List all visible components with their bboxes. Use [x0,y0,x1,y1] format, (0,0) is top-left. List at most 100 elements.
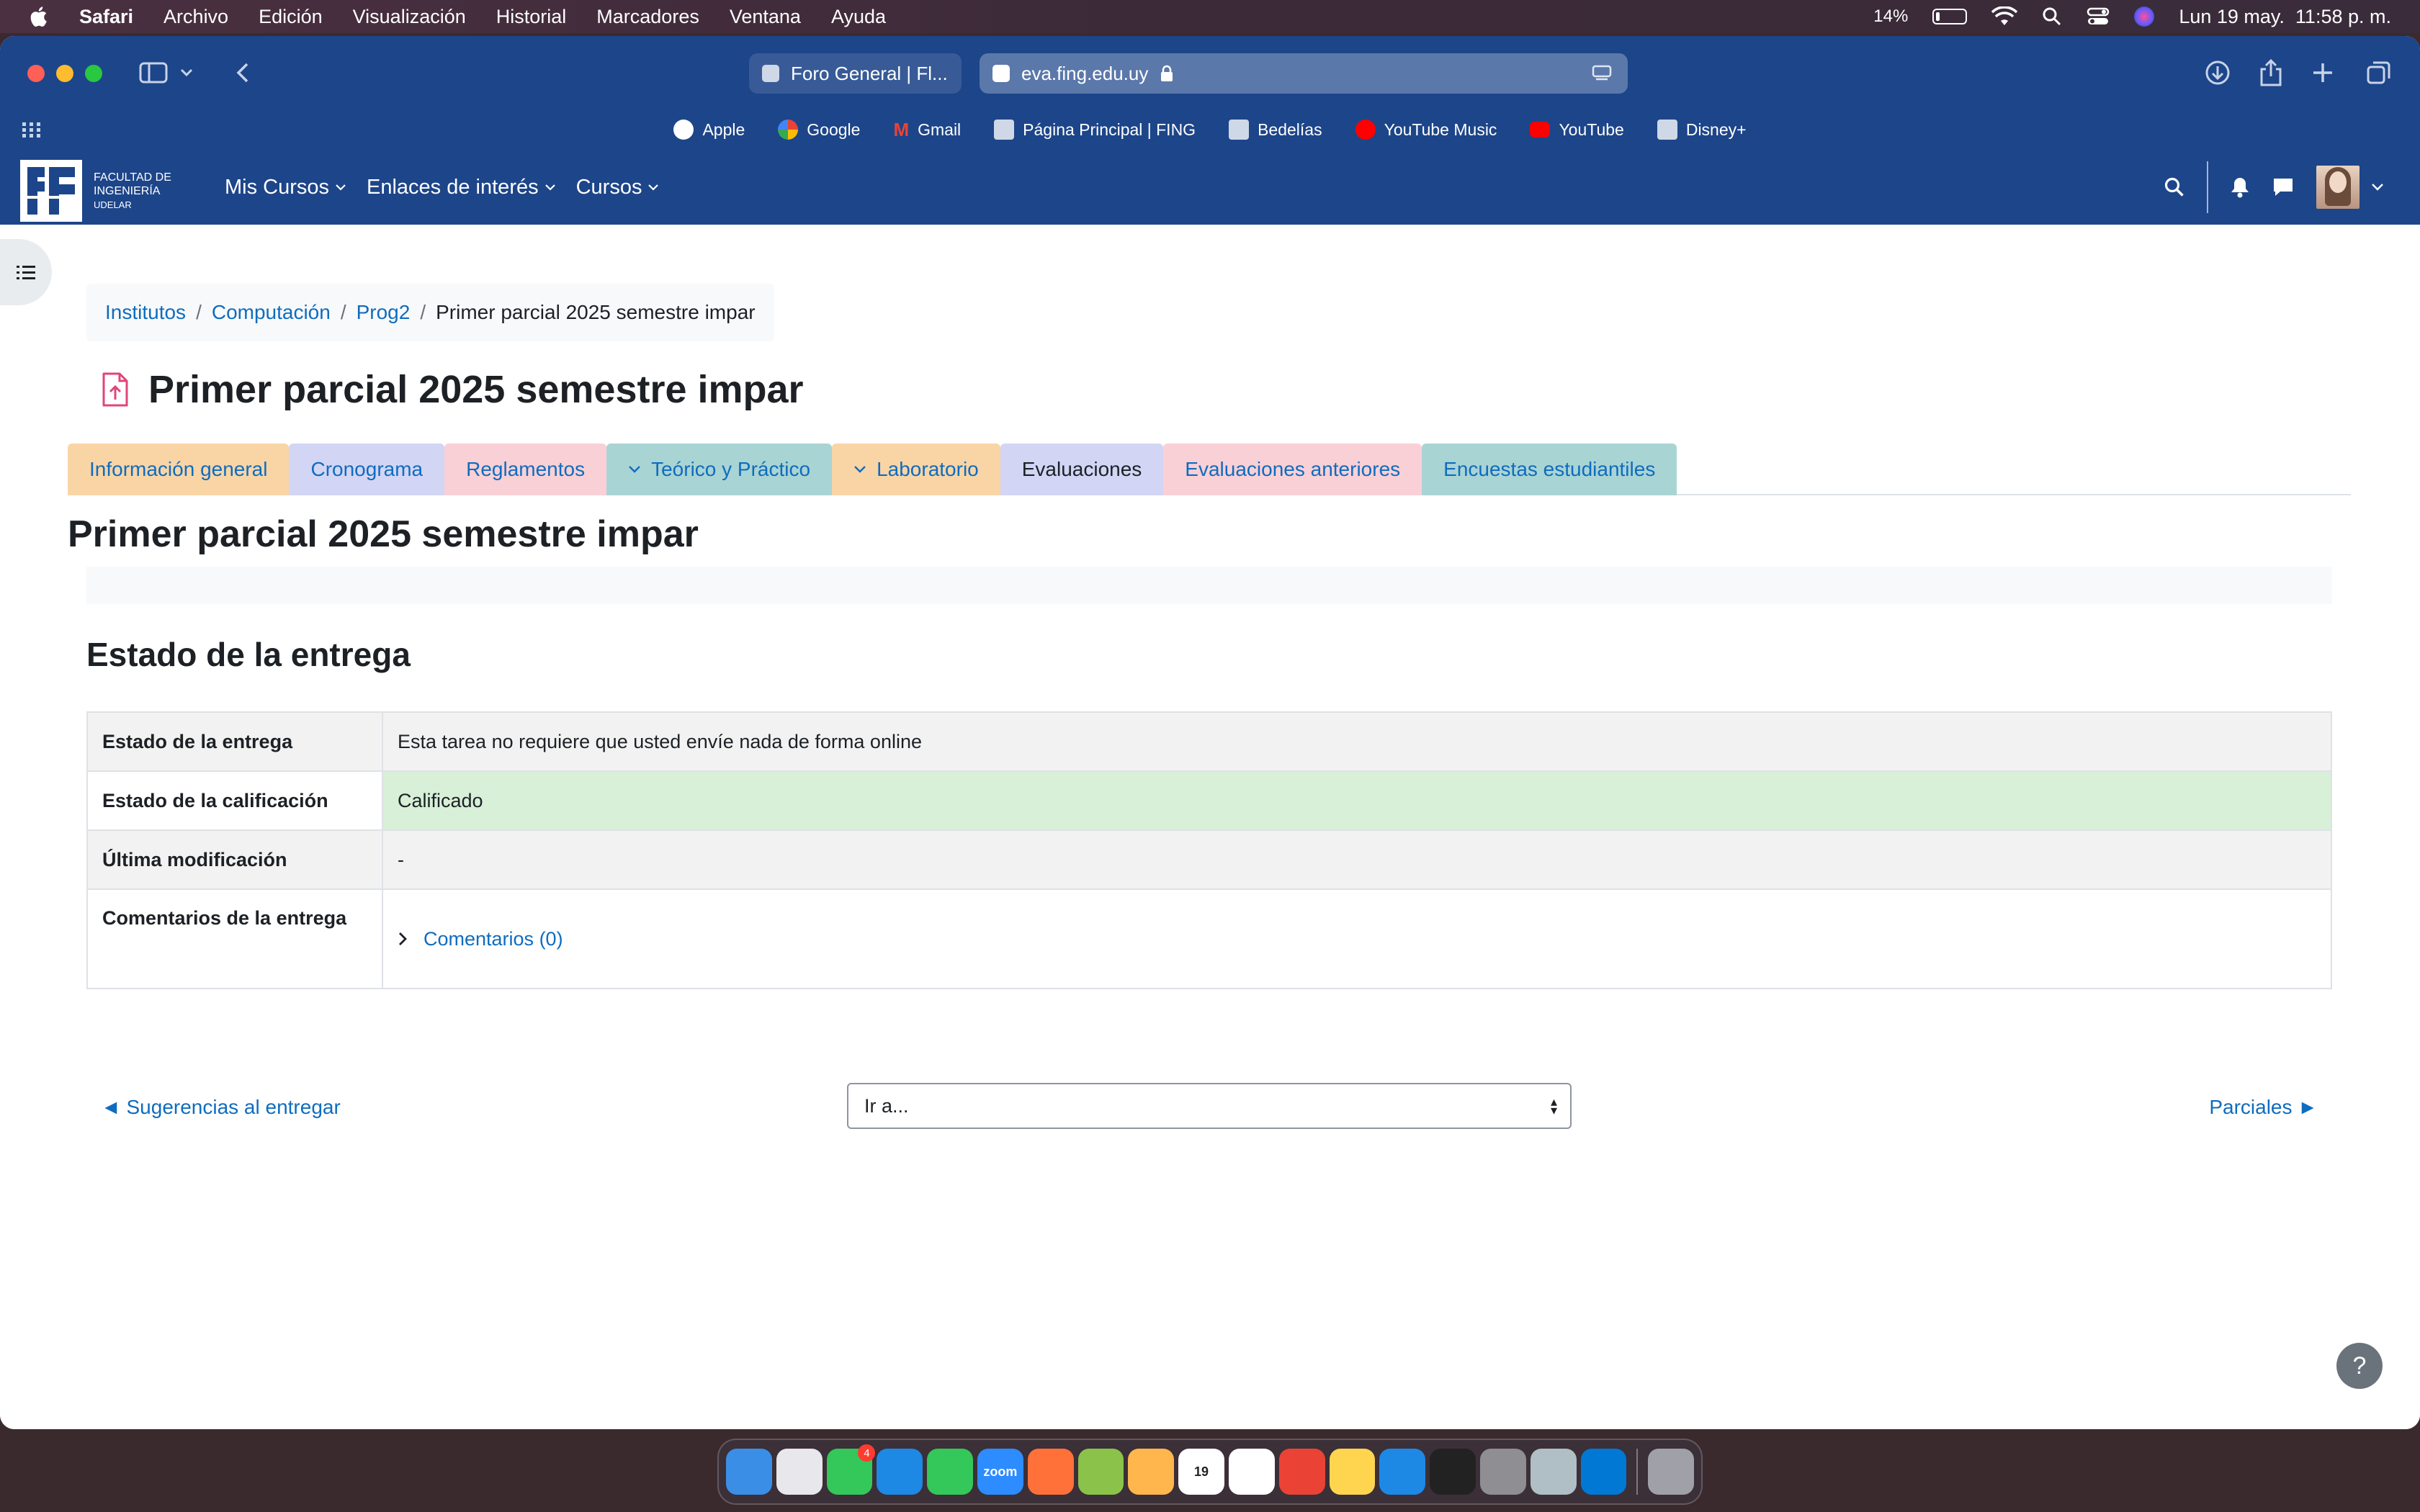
downloads-icon[interactable] [2200,55,2236,91]
facetime-app-icon[interactable]: 4 [826,1444,876,1495]
tab-encuestas-estudiantiles[interactable]: Encuestas estudiantiles [1422,444,1677,495]
battery-icon[interactable] [1932,9,1968,24]
bookmark-youtube[interactable]: YouTube [1530,120,1624,140]
photos-app-icon[interactable] [1128,1449,1175,1495]
launchpad-app-icon[interactable] [776,1449,823,1495]
address-url[interactable]: eva.fing.edu.uy [1021,63,1148,85]
tab-overview-icon[interactable] [2361,55,2397,91]
notes-app-icon[interactable] [1329,1449,1376,1495]
bookmark-disney[interactable]: Disney+ [1657,120,1747,140]
apple-logo-icon[interactable] [27,4,52,29]
browser-toolbar: Foro General | Fl... eva.fing.edu.uy [0,36,2420,109]
bookmark-label: Disney+ [1685,120,1747,139]
tab-cronograma[interactable]: Cronograma [289,444,445,495]
browser-tab-foro[interactable]: Foro General | Fl... [749,53,962,94]
bookmark-label: YouTube Music [1384,120,1497,139]
bookmark-youtube-music[interactable]: YouTube Music [1355,120,1497,140]
reminders-app-icon[interactable] [1228,1449,1275,1495]
safari-app-icon[interactable] [877,1449,923,1495]
next-activity-link[interactable]: Parciales ► [2209,1096,2318,1119]
breadcrumb-computacion[interactable]: Computación [212,301,331,324]
siri-icon[interactable] [2134,6,2155,27]
avatar[interactable] [2316,166,2360,209]
notifications-bell-icon[interactable] [2230,176,2250,198]
bookmark-fing[interactable]: Página Principal | FING [994,120,1196,140]
menu-archivo[interactable]: Archivo [163,6,228,28]
menu-edicion[interactable]: Edición [259,6,323,28]
messages-app-icon[interactable] [927,1449,973,1495]
fing-logo[interactable]: FACULTAD DE INGENIERÍA UDELAR [20,160,187,222]
nav-mis-cursos[interactable]: Mis Cursos [225,176,346,199]
minimize-window-button[interactable] [56,65,73,82]
reader-icon[interactable] [1592,65,1612,82]
menu-ventana[interactable]: Ventana [730,6,801,28]
breadcrumb-prog2[interactable]: Prog2 [357,301,411,324]
spotlight-icon[interactable] [2042,6,2062,27]
bookmark-label: Bedelías [1258,120,1322,139]
table-row: Estado de la entrega Esta tarea no requi… [86,711,2332,772]
chrome-app-icon[interactable] [1278,1449,1325,1495]
menu-marcadores[interactable]: Marcadores [596,6,699,28]
activity-description [86,567,2332,604]
back-icon[interactable] [225,55,261,91]
chevron-down-icon [336,184,346,191]
menu-historial[interactable]: Historial [496,6,567,28]
new-tab-icon[interactable] [2305,55,2341,91]
finder-app-icon[interactable] [726,1449,772,1495]
apple-icon [673,120,694,140]
vs-code-app-icon[interactable] [1580,1449,1627,1495]
dock-app-text: 19 [1194,1464,1209,1479]
chevron-down-icon[interactable] [176,55,197,91]
trash-icon[interactable] [1648,1449,1695,1495]
dock-separator [1636,1449,1639,1495]
search-icon[interactable] [2164,176,2185,198]
row-label: Estado de la calificación [86,770,383,831]
tab-informacion-general[interactable]: Información general [68,444,290,495]
jump-to-select[interactable]: Ir a... ▴ ▾ [847,1083,1572,1129]
bookmark-google[interactable]: Google [778,120,860,140]
maps-app-icon[interactable] [1077,1449,1124,1495]
previous-activity-link[interactable]: ◄ Sugerencias al entregar [101,1096,341,1119]
chevron-down-icon [629,466,640,473]
sidebar-toggle-icon[interactable] [135,55,171,91]
tab-evaluaciones[interactable]: Evaluaciones [1000,444,1164,495]
user-menu[interactable] [2316,166,2384,209]
breadcrumb-institutos[interactable]: Institutos [105,301,186,324]
nav-enlaces-de-interes[interactable]: Enlaces de interés [367,176,556,199]
help-button[interactable]: ? [2336,1343,2383,1389]
apps-grid-icon[interactable] [22,121,42,138]
menu-ayuda[interactable]: Ayuda [831,6,886,28]
calendar-app-icon[interactable]: 19 [1178,1449,1224,1495]
menubar-datetime[interactable]: Lun 19 may. 11:58 p. m. [2179,6,2391,28]
share-icon[interactable] [2253,55,2289,91]
wifi-icon[interactable] [1991,6,2018,27]
bookmark-bedelias[interactable]: Bedelías [1229,120,1322,140]
nav-cursos[interactable]: Cursos [576,176,660,199]
notification-badge: 4 [858,1444,876,1462]
app-store-app-icon[interactable] [1379,1449,1426,1495]
zoom-app-icon[interactable]: zoom [977,1449,1023,1495]
address-bar[interactable]: eva.fing.edu.uy [980,53,1628,94]
menu-app-name[interactable]: Safari [79,6,133,28]
row-label: Última modificación [86,829,383,890]
tab-laboratorio[interactable]: Laboratorio [832,444,1000,495]
fing-favicon-icon [762,65,779,82]
tab-reglamentos[interactable]: Reglamentos [444,444,607,495]
close-window-button[interactable] [27,65,45,82]
terminal-app-icon[interactable] [1430,1449,1476,1495]
bookmark-gmail[interactable]: M Gmail [893,119,961,141]
control-center-icon[interactable] [2087,6,2110,27]
comments-link[interactable]: Comentarios (0) [424,928,563,950]
zoom-window-button[interactable] [85,65,102,82]
firefox-app-icon[interactable] [1027,1449,1074,1495]
grading-status-value: Calificado [382,770,2332,831]
system-settings-app-icon[interactable] [1479,1449,1526,1495]
tab-teorico-y-practico[interactable]: Teórico y Práctico [606,444,833,495]
bookmark-apple[interactable]: Apple [673,120,745,140]
comments-toggle[interactable]: Comentarios (0) [398,928,2316,950]
menu-visualizacion[interactable]: Visualización [353,6,466,28]
preview-app-icon[interactable] [1530,1449,1577,1495]
tab-evaluaciones-anteriores[interactable]: Evaluaciones anteriores [1163,444,1422,495]
messages-icon[interactable] [2272,176,2295,198]
course-index-toggle[interactable] [0,239,52,305]
